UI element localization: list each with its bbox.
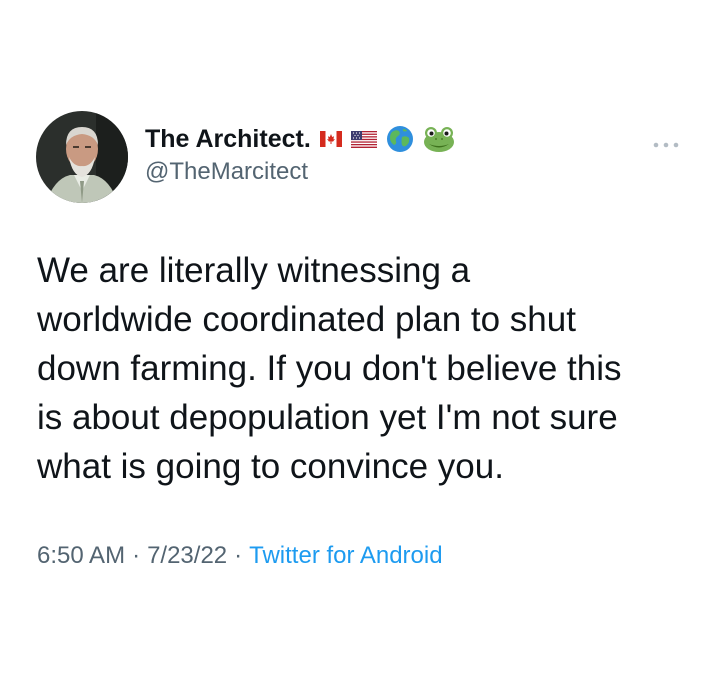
us-flag-icon bbox=[350, 130, 377, 148]
tweet-text-line: down farming. If you don't believe this bbox=[37, 349, 622, 388]
display-name[interactable]: The Architect. bbox=[145, 125, 311, 154]
user-handle[interactable]: @TheMarcitect bbox=[145, 158, 455, 186]
tweet-text: We are literally witnessing a worldwide … bbox=[37, 246, 697, 491]
tweet-date[interactable]: 7/23/22 bbox=[147, 542, 227, 569]
user-info: The Architect. @TheMarcitect bbox=[145, 122, 455, 186]
tweet-text-line: worldwide coordinated plan to shut bbox=[37, 300, 576, 339]
tweet-card: The Architect. @TheMarcitect We are lite… bbox=[0, 0, 720, 698]
meta-separator: · bbox=[132, 542, 141, 569]
tweet-metadata: 6:50 AM · 7/23/22 · Twitter for Android bbox=[37, 542, 443, 570]
tweet-text-line: is about depopulation yet I'm not sure bbox=[37, 398, 618, 437]
tweet-time[interactable]: 6:50 AM bbox=[37, 542, 125, 569]
tweet-text-line: what is going to convince you. bbox=[37, 447, 504, 486]
meta-separator: · bbox=[234, 542, 243, 569]
frog-icon bbox=[423, 125, 455, 153]
tweet-text-line: We are literally witnessing a bbox=[37, 251, 471, 290]
tweet-source-link[interactable]: Twitter for Android bbox=[249, 542, 442, 569]
canada-flag-icon bbox=[319, 131, 342, 147]
globe-icon bbox=[386, 125, 414, 153]
more-options-icon[interactable] bbox=[649, 138, 683, 152]
avatar[interactable] bbox=[36, 111, 128, 203]
name-row: The Architect. bbox=[145, 122, 455, 156]
